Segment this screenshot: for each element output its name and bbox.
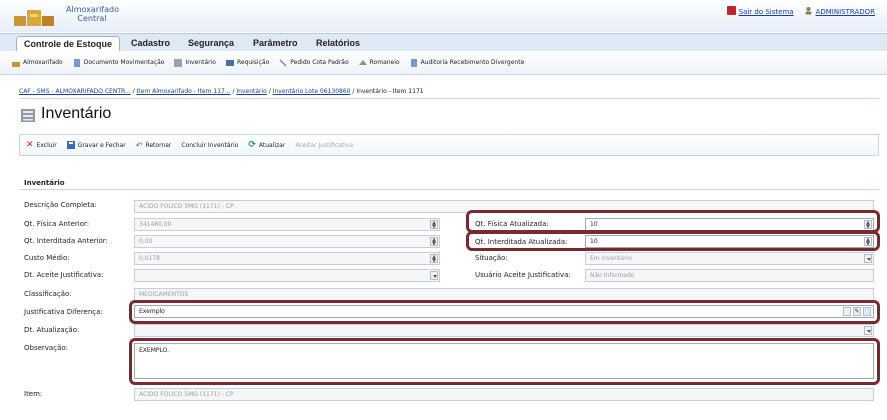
subnav-requisicao[interactable]: Requisição xyxy=(225,59,269,67)
sub-navigation: Almoxarifado Documento Movimentação Inve… xyxy=(0,51,887,75)
main-tabs: Controle de Estoque Cadastro Segurança P… xyxy=(0,33,887,52)
qt-interditada-anterior-field[interactable]: 0,00 ▲ ▼ xyxy=(134,235,440,248)
highlight-box xyxy=(466,231,880,251)
accept-justification-button[interactable]: Aceitar Justificativa xyxy=(295,142,353,149)
breadcrumb-link[interactable]: Inventário xyxy=(236,88,266,95)
warehouse-logo-icon xyxy=(14,10,54,26)
subnav-auditoria[interactable]: Auditoria Recebimento Divergente xyxy=(410,58,524,67)
tab-parametro[interactable]: Parâmetro xyxy=(246,36,305,52)
warehouse-icon xyxy=(12,61,20,67)
divider xyxy=(19,189,879,190)
save-close-button[interactable]: Gravar e Fechar xyxy=(66,141,126,149)
tab-seguranca[interactable]: Segurança xyxy=(181,36,241,52)
app-header: Almoxarifado Central Sair do Sistema ADM… xyxy=(0,0,887,32)
qt-interditada-anterior-label: Qt. Interditada Anterior: xyxy=(24,237,108,245)
spinner[interactable]: ▲ ▼ xyxy=(430,237,438,247)
divider xyxy=(19,98,879,99)
situacao-field[interactable]: Em inventário xyxy=(585,252,874,265)
save-icon xyxy=(66,141,75,149)
tab-relatorios[interactable]: Relatórios xyxy=(309,36,367,52)
tab-cadastro[interactable]: Cadastro xyxy=(124,36,177,52)
app-title: Almoxarifado Central xyxy=(66,5,119,23)
audit-icon xyxy=(410,58,417,67)
justificativa-label: Justificativa Diferença: xyxy=(24,308,103,316)
exit-icon xyxy=(726,6,736,15)
back-icon: ↶ xyxy=(135,140,143,150)
subnav-documento[interactable]: Documento Movimentação xyxy=(73,58,164,67)
breadcrumb-current: Inventário - Item 1171 xyxy=(356,88,424,95)
usuario-aceite-label: Usuário Aceite Justificativa: xyxy=(475,271,571,279)
conclude-button[interactable]: Concluir Inventário xyxy=(181,142,238,149)
breadcrumb-link[interactable]: Item Almoxarifado - Item 117... xyxy=(137,88,231,95)
item-label: Item: xyxy=(24,390,43,398)
highlight-box xyxy=(129,338,880,385)
highlight-box xyxy=(129,300,880,324)
user-link[interactable]: ADMINISTRADOR xyxy=(804,6,875,16)
breadcrumb-link[interactable]: CAF - SMS - ALMOXARIFADO CENTR... xyxy=(19,88,131,95)
inventory-icon xyxy=(174,58,183,67)
dt-aceite-field[interactable] xyxy=(134,269,440,282)
inventory-title-icon xyxy=(21,109,35,122)
dt-atualizacao-label: Dt. Atualização: xyxy=(24,326,80,334)
descricao-label: Descrição Completa: xyxy=(24,201,97,209)
subnav-almoxarifado[interactable]: Almoxarifado xyxy=(12,59,63,67)
section-title: Inventário xyxy=(24,179,65,187)
observacao-label: Observação: xyxy=(24,344,68,352)
classificacao-label: Classificação: xyxy=(24,290,72,298)
back-button[interactable]: ↶ Retornar xyxy=(136,141,172,150)
custo-medio-label: Custo Médio: xyxy=(24,254,70,262)
subnav-romaneio[interactable]: Romaneio xyxy=(358,59,400,67)
delete-icon: ✕ xyxy=(26,140,34,150)
document-icon xyxy=(73,58,80,67)
subnav-inventario[interactable]: Inventário xyxy=(174,58,216,67)
subnav-pedido-cota[interactable]: Pedido Cota Padrão xyxy=(279,58,349,67)
truck-icon xyxy=(358,59,367,65)
user-icon xyxy=(805,7,812,15)
refresh-icon: ⟳ xyxy=(248,140,256,150)
action-toolbar: ✕ Excluir Gravar e Fechar ↶ Retornar Concl… xyxy=(19,134,879,156)
dropdown-arrow-icon[interactable] xyxy=(430,271,438,280)
qt-fisica-anterior-field[interactable]: 341480,00 ▲ ▼ xyxy=(134,218,440,231)
dt-aceite-label: Dt. Aceite Justificativa: xyxy=(24,271,104,279)
breadcrumb-link[interactable]: Inventário Lote 06130860 xyxy=(273,88,351,95)
usuario-aceite-field[interactable]: Não Informado xyxy=(585,269,874,282)
update-button[interactable]: ⟳ Atualizar xyxy=(248,140,285,150)
requisition-icon xyxy=(225,59,234,66)
spinner[interactable]: ▲ ▼ xyxy=(430,220,438,230)
situacao-label: Situação: xyxy=(475,254,508,262)
highlight-box xyxy=(466,210,880,233)
page-title: Inventário xyxy=(41,105,112,122)
custo-medio-field[interactable]: 0,0178 ▲ ▼ xyxy=(134,252,440,265)
dropdown-arrow-icon[interactable] xyxy=(864,254,872,263)
spinner[interactable]: ▲ ▼ xyxy=(430,254,438,264)
delete-button[interactable]: ✕ Excluir xyxy=(26,140,57,150)
dt-atualizacao-field[interactable] xyxy=(134,324,874,337)
dropdown-arrow-icon[interactable] xyxy=(864,326,872,335)
breadcrumb: CAF - SMS - ALMOXARIFADO CENTR... / Item… xyxy=(19,88,424,95)
tab-controle-estoque[interactable]: Controle de Estoque xyxy=(16,36,121,52)
item-field[interactable]: ACIDO FOLICO 5MG (1171) - CP xyxy=(134,388,874,401)
order-icon xyxy=(279,58,287,67)
qt-fisica-anterior-label: Qt. Física Anterior: xyxy=(24,220,90,228)
exit-link[interactable]: Sair do Sistema xyxy=(726,6,794,16)
